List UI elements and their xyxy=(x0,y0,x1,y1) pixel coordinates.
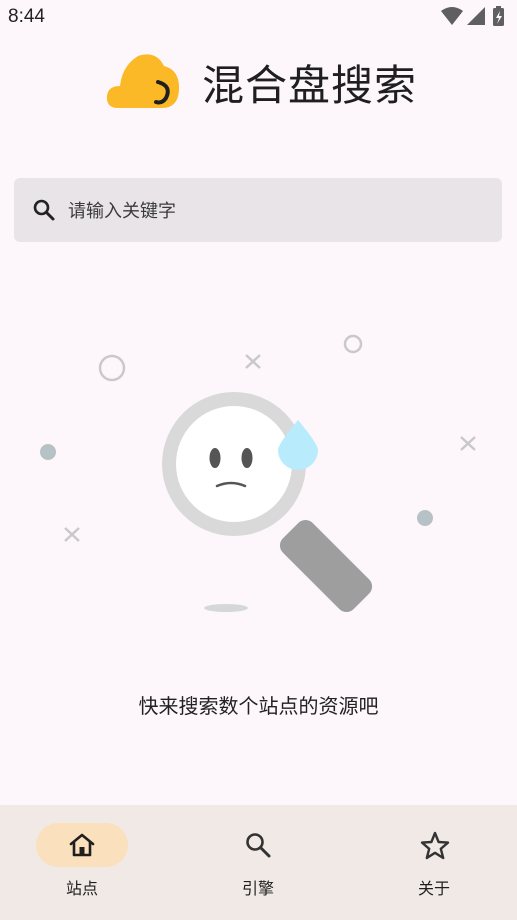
battery-charging-icon xyxy=(493,6,504,26)
nav-item-about[interactable]: 关于 xyxy=(352,805,517,920)
status-icons xyxy=(441,6,504,26)
decoration-dot-left xyxy=(40,444,56,460)
signal-icon xyxy=(467,7,485,25)
nav-item-sites[interactable]: 站点 xyxy=(0,805,172,920)
empty-state-illustration xyxy=(40,334,476,613)
wifi-icon xyxy=(441,7,463,25)
star-icon xyxy=(420,831,450,860)
magnifier-handle xyxy=(279,519,373,613)
decoration-circle-outline-left xyxy=(98,354,126,382)
search-input[interactable] xyxy=(66,178,490,244)
status-bar: 8:44 xyxy=(0,0,517,36)
decoration-circle-outline-top-right xyxy=(343,334,363,354)
status-time: 8:44 xyxy=(8,6,45,27)
bottom-navigation: 站点 引擎 关于 xyxy=(0,805,517,920)
home-icon xyxy=(69,833,95,857)
app-title: 混合盘搜索 xyxy=(202,61,418,110)
nav-item-engines[interactable]: 引擎 xyxy=(176,805,348,920)
nav-label-about: 关于 xyxy=(417,879,450,898)
nav-label-sites: 站点 xyxy=(65,879,98,898)
decoration-cross-right xyxy=(460,436,476,451)
shadow xyxy=(204,604,248,612)
cloud-logo-icon xyxy=(106,54,180,108)
nav-label-engines: 引擎 xyxy=(241,879,274,898)
decoration-cross-top xyxy=(245,354,261,369)
app-header: 混合盘搜索 xyxy=(0,40,517,120)
decoration-dot-right xyxy=(417,510,433,526)
decoration-cross-left xyxy=(64,527,80,542)
search-bar[interactable] xyxy=(14,178,502,244)
search-icon xyxy=(33,199,55,221)
empty-state-message: 快来搜索数个站点的资源吧 xyxy=(138,694,379,718)
search-icon xyxy=(246,833,271,858)
